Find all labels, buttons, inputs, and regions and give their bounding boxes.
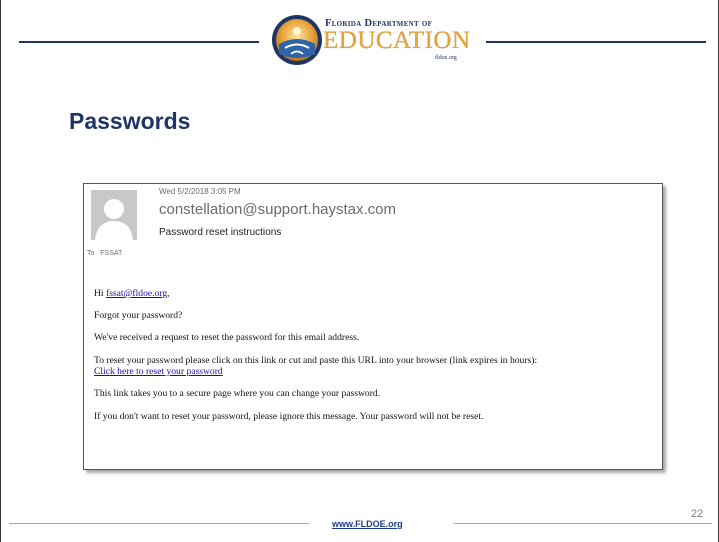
header-rule-left [19,41,259,43]
secure-line: This link takes you to a secure page whe… [94,388,381,399]
reset-password-link[interactable]: Click here to reset your password [94,366,223,377]
received-line: We've received a request to reset the pa… [94,332,360,343]
logo-text-education: EDUCATION [323,27,471,54]
fldoe-seal-icon [271,14,323,66]
page-number: 22 [691,508,704,520]
greeting-email-link[interactable]: fssat@fldoe.org [106,288,167,299]
greeting-prefix: Hi [94,288,106,299]
email-date: Wed 5/2/2018 3:05 PM [159,187,241,196]
to-label: To [87,250,95,257]
reset-link-line: Click here to reset your password [94,366,223,378]
ignore-line: If you don't want to reset your password… [94,411,484,422]
forgot-line: Forgot your password? [94,310,183,321]
email-sender: constellation@support.haystax.com [159,201,397,218]
footer-url-link[interactable]: www.FLDOE.org [332,519,403,529]
person-silhouette-icon [91,190,137,240]
greeting-suffix: , [167,288,170,299]
fldoe-logo: Florida Department of EDUCATION fldoe.or… [271,14,471,66]
email-recipient: To FSSAT [87,250,122,257]
footer-rule-left [9,523,309,524]
greeting-line: Hi fssat@fldoe.org, [94,288,170,300]
to-value: FSSAT [100,250,123,257]
footer-rule-right [454,523,712,524]
header-rule-right [486,41,706,43]
slide: Florida Department of EDUCATION fldoe.or… [0,0,719,542]
email-screenshot: Wed 5/2/2018 3:05 PM constellation@suppo… [83,183,663,470]
email-subject: Password reset instructions [159,227,282,238]
logo-text-url: fldoe.org [435,55,457,61]
page-title: Passwords [69,108,191,134]
